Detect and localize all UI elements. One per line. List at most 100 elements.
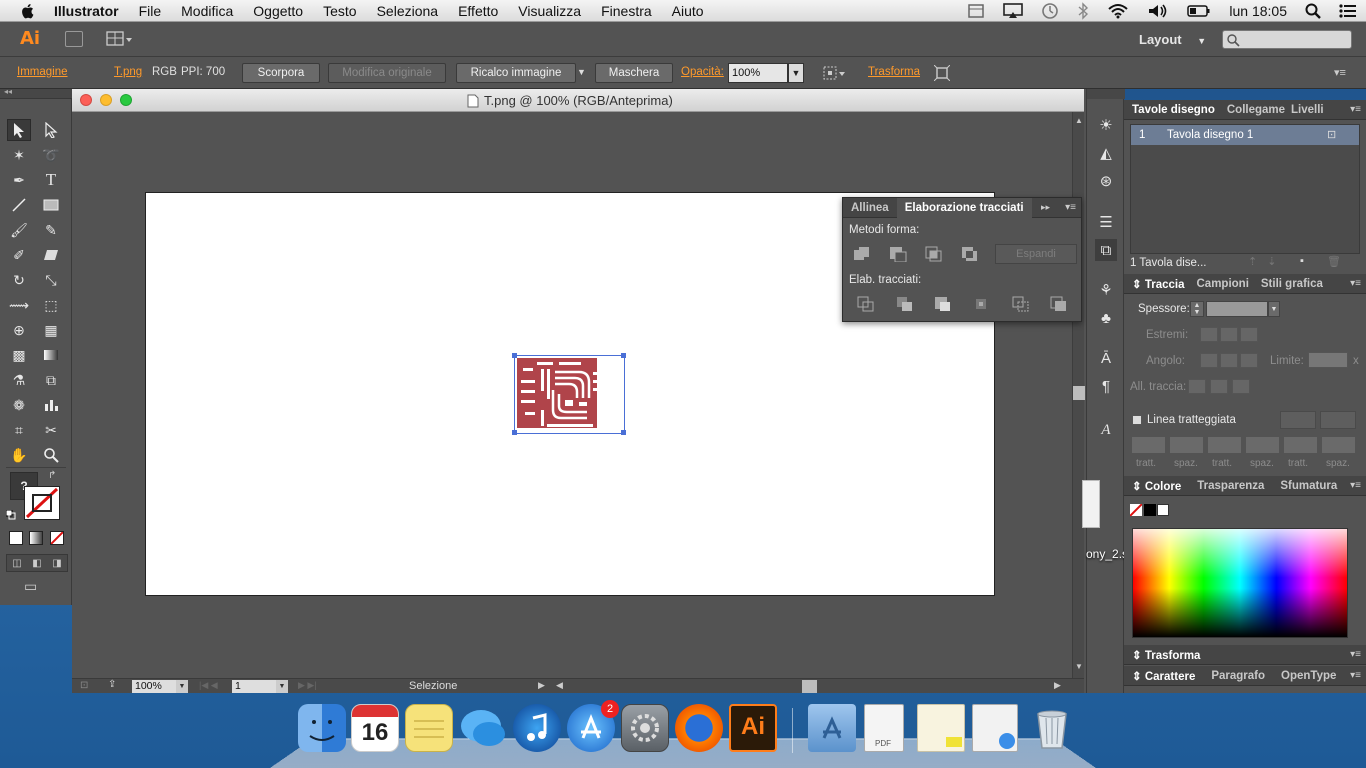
lasso-tool-icon[interactable]: ➰ [39, 144, 63, 166]
artboard-nav-icon[interactable]: ⊡ [80, 680, 88, 691]
tab-stili-grafica[interactable]: Stili grafica [1253, 278, 1331, 290]
type-tool-icon[interactable]: T [39, 169, 63, 191]
pen-tool-icon[interactable]: ✒ [7, 169, 31, 191]
artboard-options-icon[interactable]: ⊡ [1327, 128, 1336, 141]
placed-image-selection[interactable] [512, 353, 626, 435]
draw-inside-icon[interactable]: ◨ [52, 558, 61, 569]
paintbrush-tool-icon[interactable]: 🖌 [7, 219, 31, 241]
none-mode-button[interactable] [50, 531, 64, 545]
last-artboard-icon[interactable]: ▶ ▶| [298, 680, 317, 691]
align-options-icon[interactable] [822, 65, 848, 84]
tab-sfumatura[interactable]: Sfumatura [1272, 480, 1345, 492]
selection-type-label[interactable]: Immagine [17, 66, 68, 78]
first-artboard-icon[interactable]: |◀ ◀ [199, 680, 218, 691]
dash-2-input[interactable] [1208, 437, 1241, 453]
volume-icon[interactable] [1147, 3, 1169, 19]
dash-preserve-button[interactable] [1320, 411, 1356, 429]
illustrator-dock-icon[interactable]: Ai [729, 704, 777, 752]
stroke-swatch-none[interactable] [24, 486, 60, 520]
scale-tool-icon[interactable]: ⤡ [39, 269, 63, 291]
embed-button[interactable]: Scorpora [242, 63, 320, 83]
blob-brush-tool-icon[interactable]: ✐ [7, 244, 31, 266]
applications-folder-icon[interactable] [808, 704, 856, 752]
menu-aiuto[interactable]: Aiuto [672, 3, 704, 19]
color-mode-button[interactable] [9, 531, 23, 545]
menu-finestra[interactable]: Finestra [601, 3, 652, 19]
tab-elaborazione-tracciati[interactable]: Elaborazione tracciati [896, 197, 1032, 218]
bevel-join-button[interactable] [1240, 353, 1258, 368]
gap-2-input[interactable] [1246, 437, 1279, 453]
intersect-icon[interactable] [925, 246, 943, 262]
workspace-switcher[interactable]: Layout ▼ [1139, 32, 1206, 47]
tab-campioni[interactable]: Campioni [1193, 278, 1253, 290]
share-icon[interactable]: ⇪ [108, 679, 116, 690]
menu-extra-icon[interactable] [967, 3, 985, 19]
finder-icon[interactable] [298, 704, 346, 752]
paragraph-styles-panel-icon[interactable]: ¶ [1095, 375, 1117, 397]
notification-center-icon[interactable] [1339, 3, 1357, 19]
gradient-mode-button[interactable] [29, 531, 43, 545]
selection-tool-icon[interactable] [7, 119, 31, 141]
dash-align-corners-button[interactable] [1280, 411, 1316, 429]
downloads-stack-icon[interactable] [972, 704, 1018, 752]
opacity-dropdown-icon[interactable]: ▼ [788, 63, 804, 83]
system-preferences-icon[interactable] [621, 704, 669, 752]
gap-3-input[interactable] [1322, 437, 1355, 453]
swap-fill-stroke-icon[interactable]: ↱ [48, 470, 56, 481]
menu-oggetto[interactable]: Oggetto [253, 3, 303, 19]
zoom-window-button[interactable] [120, 94, 132, 106]
perspective-grid-tool-icon[interactable]: ▦ [39, 319, 63, 341]
menu-seleziona[interactable]: Seleziona [377, 3, 439, 19]
tab-paragrafo[interactable]: Paragrafo [1203, 670, 1273, 682]
pathfinder-panel-icon[interactable]: ⧉ [1095, 239, 1117, 261]
horizontal-scroll-thumb[interactable] [802, 680, 817, 693]
color-spectrum[interactable] [1132, 528, 1348, 638]
tab-trasparenza[interactable]: Trasparenza [1189, 480, 1272, 492]
vertical-scroll-thumb[interactable] [1073, 386, 1085, 400]
linked-file-link[interactable]: T.png [114, 66, 142, 78]
collapse-arrows-icon[interactable]: ◂◂ [4, 87, 12, 96]
pencil-tool-icon[interactable]: ✎ [39, 219, 63, 241]
miter-join-button[interactable] [1200, 353, 1218, 368]
apple-icon[interactable] [19, 2, 37, 20]
shape-builder-tool-icon[interactable]: ⊕ [7, 319, 31, 341]
scroll-down-icon[interactable]: ▼ [1075, 662, 1083, 671]
mask-button[interactable]: Maschera [595, 63, 673, 83]
color-black-swatch[interactable] [1144, 504, 1156, 516]
opacity-label[interactable]: Opacità: [681, 66, 724, 78]
new-artboard-icon[interactable]: ▪ [1300, 255, 1304, 267]
opacity-input[interactable]: 100% [728, 63, 788, 83]
zoom-dropdown-icon[interactable]: ▼ [176, 680, 188, 693]
projecting-cap-button[interactable] [1240, 327, 1258, 342]
unite-icon[interactable] [853, 246, 871, 262]
graphic-styles-panel-icon[interactable]: ◭ [1095, 142, 1117, 164]
panel-menu-icon[interactable]: ▾≡ [1350, 480, 1361, 491]
character-styles-panel-icon[interactable]: Ā [1095, 347, 1117, 369]
artboard-row[interactable]: 1 Tavola disegno 1 ⊡ [1131, 125, 1359, 145]
tab-colore[interactable]: ⇕ Colore [1124, 479, 1189, 493]
selection-handle[interactable] [621, 430, 626, 435]
merge-icon[interactable] [934, 296, 952, 312]
menu-app-name[interactable]: Illustrator [54, 3, 119, 19]
panel-menu-icon[interactable]: ▾≡ [1350, 104, 1361, 115]
artboard-row-name[interactable]: Tavola disegno 1 [1167, 129, 1253, 141]
messages-icon[interactable] [459, 704, 507, 752]
menu-effetto[interactable]: Effetto [458, 3, 498, 19]
airplay-icon[interactable] [1003, 3, 1024, 19]
tab-carattere[interactable]: ⇕ Carattere [1124, 669, 1203, 683]
spotlight-icon[interactable] [1305, 3, 1321, 19]
delete-artboard-icon[interactable]: 🗑 [1327, 255, 1341, 268]
panel-menu-icon[interactable]: ▾≡ [1350, 278, 1361, 289]
tab-traccia[interactable]: ⇕ Traccia [1124, 277, 1193, 291]
artboard-number-input[interactable]: 1 [232, 680, 276, 693]
panel-menu-icon[interactable]: ▾≡ [1350, 670, 1361, 681]
desktop-file-icon[interactable] [1082, 480, 1100, 528]
tools-panel-header[interactable]: ◂◂ [0, 87, 72, 99]
transform-link[interactable]: Trasforma [868, 66, 920, 78]
dash-3-input[interactable] [1284, 437, 1317, 453]
menu-file[interactable]: File [139, 3, 162, 19]
bluetooth-icon[interactable] [1077, 2, 1089, 20]
tab-trasforma[interactable]: ⇕ Trasforma [1124, 648, 1208, 662]
column-graph-tool-icon[interactable] [39, 394, 63, 416]
zoom-tool-icon[interactable] [39, 444, 63, 466]
